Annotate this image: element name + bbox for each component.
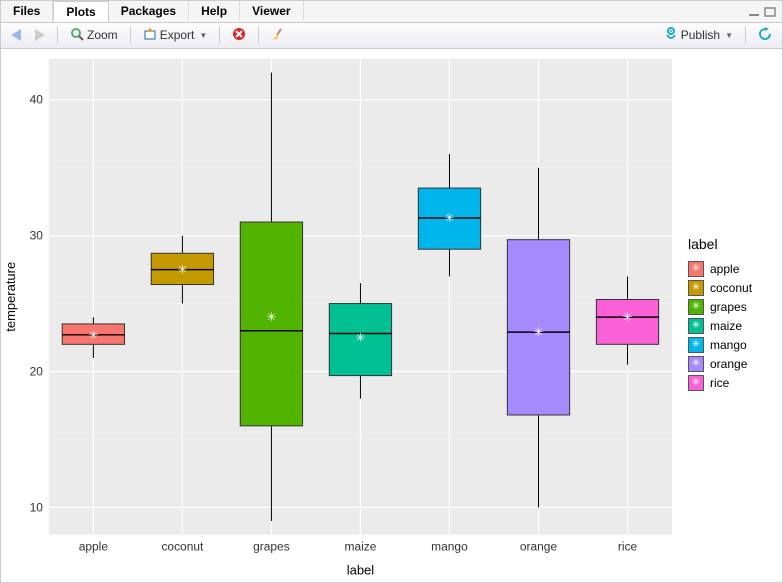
svg-text:✳: ✳ <box>88 327 98 341</box>
legend: label ✳apple✳coconut✳grapes✳maize✳mango✳… <box>682 49 782 582</box>
svg-text:mango: mango <box>431 539 468 553</box>
legend-label: orange <box>710 357 747 371</box>
tabs-bar: Files Plots Packages Help Viewer <box>1 1 782 23</box>
svg-text:✳: ✳ <box>355 330 365 344</box>
legend-key-icon: ✳ <box>688 375 704 391</box>
tab-viewer[interactable]: Viewer <box>240 1 303 21</box>
arrow-left-icon <box>11 29 21 41</box>
svg-text:40: 40 <box>30 92 44 106</box>
legend-label: mango <box>710 338 747 352</box>
svg-text:coconut: coconut <box>161 539 204 553</box>
legend-item-rice: ✳ rice <box>688 375 776 391</box>
plot-area: 10 20 30 40 apple coconut grapes maize mango oran… <box>1 49 782 582</box>
tab-plots[interactable]: Plots <box>53 1 108 22</box>
svg-text:rice: rice <box>618 539 638 553</box>
svg-text:10: 10 <box>30 500 44 514</box>
boxplot-chart: 10 20 30 40 apple coconut grapes maize mango oran… <box>1 49 682 582</box>
tab-packages[interactable]: Packages <box>109 1 189 21</box>
refresh-icon <box>758 27 772 44</box>
arrow-right-icon <box>35 29 45 41</box>
tab-help[interactable]: Help <box>189 1 240 21</box>
svg-text:orange: orange <box>520 539 558 553</box>
legend-item-apple: ✳ apple <box>688 261 776 277</box>
svg-text:20: 20 <box>30 364 44 378</box>
magnifier-icon <box>70 27 84 44</box>
export-button[interactable]: Export ▼ <box>139 25 212 46</box>
legend-item-grapes: ✳ grapes <box>688 299 776 315</box>
svg-text:30: 30 <box>30 228 44 242</box>
tab-files[interactable]: Files <box>1 1 53 21</box>
legend-key-icon: ✳ <box>688 356 704 372</box>
svg-text:temperature: temperature <box>3 261 18 331</box>
publish-button[interactable]: Publish ▼ <box>660 25 737 46</box>
refresh-button[interactable] <box>754 25 776 46</box>
publish-label: Publish <box>681 28 720 42</box>
svg-text:✳: ✳ <box>266 310 276 324</box>
svg-text:✳: ✳ <box>533 325 543 339</box>
legend-label: apple <box>710 262 739 276</box>
remove-icon <box>232 27 246 44</box>
legend-key-icon: ✳ <box>688 261 704 277</box>
legend-label: maize <box>710 319 742 333</box>
plot-toolbar: Zoom Export ▼ Publish ▼ <box>1 23 782 49</box>
export-label: Export <box>160 28 195 42</box>
svg-text:maize: maize <box>344 539 376 553</box>
legend-title: label <box>688 236 776 252</box>
clear-all-button[interactable] <box>267 25 289 46</box>
broom-icon <box>271 27 285 44</box>
svg-text:✳: ✳ <box>623 310 633 324</box>
legend-key-icon: ✳ <box>688 337 704 353</box>
legend-key-icon: ✳ <box>688 299 704 315</box>
remove-plot-button[interactable] <box>228 25 250 46</box>
zoom-button[interactable]: Zoom <box>66 25 122 46</box>
zoom-label: Zoom <box>87 28 118 42</box>
nav-back-button[interactable] <box>7 27 25 43</box>
maximize-icon[interactable] <box>764 6 776 16</box>
svg-text:grapes: grapes <box>253 539 290 553</box>
legend-item-mango: ✳ mango <box>688 337 776 353</box>
svg-text:✳: ✳ <box>177 262 187 276</box>
legend-item-coconut: ✳ coconut <box>688 280 776 296</box>
svg-text:✳: ✳ <box>444 211 454 225</box>
svg-text:label: label <box>347 562 374 577</box>
legend-key-icon: ✳ <box>688 280 704 296</box>
legend-label: rice <box>710 376 729 390</box>
chevron-down-icon: ▼ <box>199 31 207 40</box>
legend-item-orange: ✳ orange <box>688 356 776 372</box>
svg-text:apple: apple <box>79 539 109 553</box>
legend-key-icon: ✳ <box>688 318 704 334</box>
export-icon <box>143 27 157 44</box>
chevron-down-icon: ▼ <box>725 31 733 40</box>
legend-item-maize: ✳ maize <box>688 318 776 334</box>
publish-icon <box>664 27 678 44</box>
legend-label: grapes <box>710 300 747 314</box>
nav-forward-button[interactable] <box>31 27 49 43</box>
legend-label: coconut <box>710 281 752 295</box>
minimize-icon[interactable] <box>748 6 760 16</box>
